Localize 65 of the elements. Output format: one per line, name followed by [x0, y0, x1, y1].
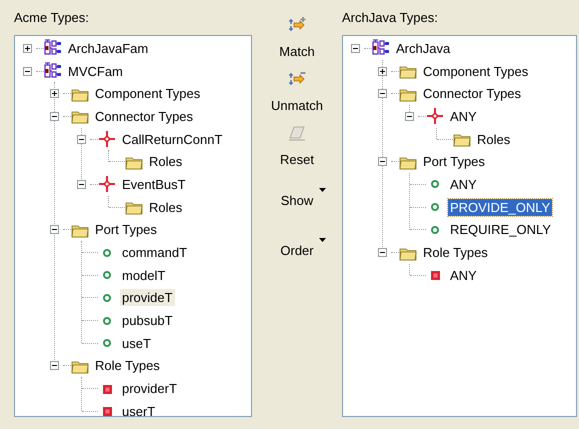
collapse-toggle[interactable]	[351, 44, 360, 53]
dropdown-button[interactable]: Order	[262, 224, 332, 274]
tree-item[interactable]: ANY	[448, 266, 479, 284]
collapse-toggle[interactable]	[405, 112, 414, 121]
tree-item[interactable]: Port Types	[421, 153, 487, 170]
tree-item[interactable]: Role Types	[93, 357, 162, 374]
expand-toggle[interactable]	[23, 44, 32, 53]
tree-item[interactable]: Component Types	[421, 62, 530, 80]
match-icon	[288, 16, 306, 34]
unmatch-icon	[288, 70, 306, 88]
tree-item[interactable]: Roles	[475, 130, 512, 148]
collapse-toggle[interactable]	[50, 361, 59, 370]
caret-icon	[319, 188, 326, 192]
tree-item[interactable]: pubsubT	[120, 312, 175, 330]
plus-icon	[51, 90, 58, 98]
tree-view[interactable]: ArchJavaFam MVCFam Component Types Connector Types CallReturnConnT Roles EventBusT Roles Port Types commandT modelT provideT pubsubT useT Role Types providerT userT	[14, 35, 252, 417]
tree-item[interactable]: ANY	[448, 176, 479, 193]
collapse-toggle[interactable]	[378, 89, 387, 98]
tree-item[interactable]: PROVIDE_ONLY	[448, 198, 552, 216]
family-icon	[372, 39, 390, 58]
reset-button[interactable]: Reset	[262, 120, 332, 174]
tree-item[interactable]: Connector Types	[93, 108, 196, 125]
tree-item[interactable]: provideT	[120, 289, 175, 306]
panel-label: ArchJava Types:	[342, 9, 439, 27]
tree-item[interactable]: ANY	[448, 108, 479, 125]
tree-item[interactable]: MVCFam	[66, 62, 125, 80]
collapse-toggle[interactable]	[50, 225, 59, 234]
tree-item[interactable]: useT	[120, 334, 153, 352]
collapse-toggle[interactable]	[23, 66, 32, 76]
dropdown-button[interactable]: Show	[262, 174, 332, 224]
connector-icon	[98, 175, 116, 194]
tree-view[interactable]: ArchJava Component Types Connector Types ANY Roles Port Types ANY PROVIDE_ONLY REQUIRE_ONLY Role Types ANY	[342, 35, 577, 417]
tree-item[interactable]: Connector Types	[421, 85, 524, 102]
tree-item[interactable]: ArchJavaFam	[66, 40, 150, 57]
tree-item[interactable]: Port Types	[93, 221, 159, 238]
plus-icon	[379, 68, 386, 75]
unmatch-button[interactable]: Unmatch	[262, 66, 332, 120]
connector-icon	[98, 130, 116, 148]
collapse-toggle[interactable]	[77, 180, 86, 189]
connector-icon	[426, 107, 444, 126]
collapse-toggle[interactable]	[77, 134, 86, 144]
tree-item[interactable]: CallReturnConnT	[120, 130, 224, 148]
tree-item[interactable]: providerT	[120, 380, 179, 398]
tree-item[interactable]: Roles	[147, 153, 184, 170]
expand-toggle[interactable]	[50, 89, 59, 98]
eraser-icon	[288, 124, 306, 142]
tree-item[interactable]: Role Types	[421, 244, 490, 262]
collapse-toggle[interactable]	[378, 248, 387, 258]
collapse-toggle[interactable]	[50, 112, 59, 121]
tree-item[interactable]: userT	[120, 402, 158, 416]
tree-item[interactable]: commandT	[120, 244, 190, 262]
tree-item[interactable]: EventBusT	[120, 176, 188, 193]
caret-icon	[319, 238, 326, 242]
tree-item[interactable]: modelT	[120, 266, 168, 284]
panel-label: Acme Types:	[14, 9, 90, 27]
family-icon	[44, 39, 62, 58]
expand-toggle[interactable]	[378, 66, 387, 76]
plus-icon	[24, 44, 31, 52]
collapse-toggle[interactable]	[378, 157, 387, 166]
family-icon	[44, 62, 62, 80]
tree-item[interactable]: Roles	[147, 198, 184, 216]
tree-item[interactable]: REQUIRE_ONLY	[448, 221, 553, 238]
tree-item[interactable]: Component Types	[93, 85, 202, 102]
match-button[interactable]: Match	[262, 12, 332, 66]
tree-item[interactable]: ArchJava	[394, 40, 452, 57]
